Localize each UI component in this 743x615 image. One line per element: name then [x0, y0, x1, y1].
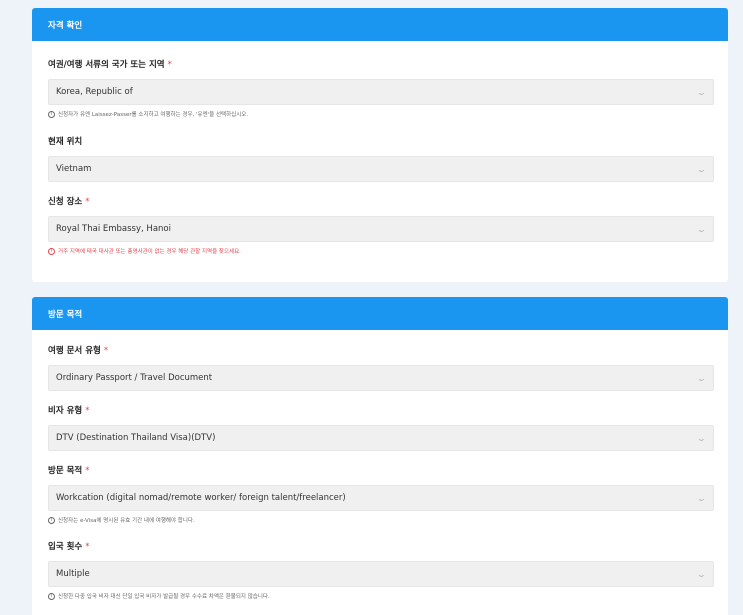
visa-type-field: 비자 유형 * DTV (Destination Thailand Visa)(D… — [48, 404, 714, 451]
visit-purpose-value: Workcation (digital nomad/remote worker/… — [56, 493, 346, 503]
application-location-value: Royal Thai Embassy, Hanoi — [56, 224, 171, 234]
entry-count-hint: i 신청한 다중 입국 비자 대신 단일 입국 비자가 발급될 경우 수수료 차… — [48, 592, 714, 600]
visit-purpose-hint: i 신청자는 e-Visa에 명시된 유효 기간 내에 여행해야 합니다. — [48, 516, 714, 524]
info-circle-icon: i — [48, 247, 55, 255]
travel-document-type-label: 여행 문서 유형 * — [48, 346, 109, 356]
travel-document-type-field: 여행 문서 유형 * Ordinary Passport / Travel Doc… — [48, 344, 714, 391]
visa-type-label: 비자 유형 * — [48, 406, 90, 416]
visa-type-select[interactable]: DTV (Destination Thailand Visa)(DTV) ⌄ — [48, 425, 714, 451]
current-location-label: 현재 위치 — [48, 137, 83, 147]
application-location-select[interactable]: Royal Thai Embassy, Hanoi ⌄ — [48, 216, 714, 242]
current-location-value: Vietnam — [56, 164, 92, 174]
chevron-down-icon: ⌄ — [696, 569, 708, 579]
entry-count-value: Multiple — [56, 569, 90, 579]
chevron-down-icon: ⌄ — [696, 164, 708, 174]
entry-count-field: 입국 횟수 * Multiple ⌄ i 신청한 다중 입국 비자 대신 단일 입… — [48, 540, 714, 600]
chevron-down-icon: ⌄ — [696, 373, 708, 383]
eligibility-card: 자격 확인 여권/여행 서류의 국가 또는 지역 * Korea, Republi… — [32, 8, 728, 282]
passport-country-field: 여권/여행 서류의 국가 또는 지역 * Korea, Republic of ⌄… — [48, 58, 714, 118]
passport-country-value: Korea, Republic of — [56, 87, 133, 97]
visit-purpose-label: 방문 목적 * — [48, 466, 90, 476]
passport-country-select[interactable]: Korea, Republic of ⌄ — [48, 79, 714, 105]
required-mark: * — [103, 346, 109, 356]
info-circle-icon: i — [48, 110, 55, 118]
required-mark: * — [85, 406, 90, 416]
visit-purpose-header: 방문 목적 — [32, 297, 728, 330]
application-location-field: 신청 장소 * Royal Thai Embassy, Hanoi ⌄ i 거주 … — [48, 195, 714, 255]
entry-count-select[interactable]: Multiple ⌄ — [48, 561, 714, 587]
info-circle-icon: i — [48, 516, 55, 524]
application-location-hint: i 거주 지역에 태국 대사관 또는 총영사관이 없는 경우 해당 관할 지역을… — [48, 247, 714, 255]
visit-purpose-field: 방문 목적 * Workcation (digital nomad/remote … — [48, 464, 714, 524]
required-mark: * — [85, 197, 90, 207]
visa-type-value: DTV (Destination Thailand Visa)(DTV) — [56, 433, 216, 443]
entry-count-label: 입국 횟수 * — [48, 542, 90, 552]
visit-purpose-select[interactable]: Workcation (digital nomad/remote worker/… — [48, 485, 714, 511]
application-location-label: 신청 장소 * — [48, 197, 90, 207]
travel-document-type-value: Ordinary Passport / Travel Document — [56, 373, 213, 383]
required-mark: * — [85, 542, 90, 552]
chevron-down-icon: ⌄ — [696, 87, 708, 97]
passport-country-hint: i 신청자가 유엔 Laissez-Passer를 소지하고 여행하는 경우, … — [48, 110, 714, 118]
info-circle-icon: i — [48, 592, 55, 600]
current-location-field: 현재 위치 Vietnam ⌄ — [48, 135, 714, 182]
current-location-select[interactable]: Vietnam ⌄ — [48, 156, 714, 182]
eligibility-header: 자격 확인 — [32, 8, 728, 41]
chevron-down-icon: ⌄ — [696, 493, 708, 503]
passport-country-label: 여권/여행 서류의 국가 또는 지역 * — [48, 60, 172, 70]
required-mark: * — [167, 60, 172, 70]
required-mark: * — [85, 466, 90, 476]
chevron-down-icon: ⌄ — [696, 224, 708, 234]
chevron-down-icon: ⌄ — [696, 433, 708, 443]
visit-purpose-card: 방문 목적 여행 문서 유형 * Ordinary Passport / Trav… — [32, 297, 728, 615]
travel-document-type-select[interactable]: Ordinary Passport / Travel Document ⌄ — [48, 365, 714, 391]
